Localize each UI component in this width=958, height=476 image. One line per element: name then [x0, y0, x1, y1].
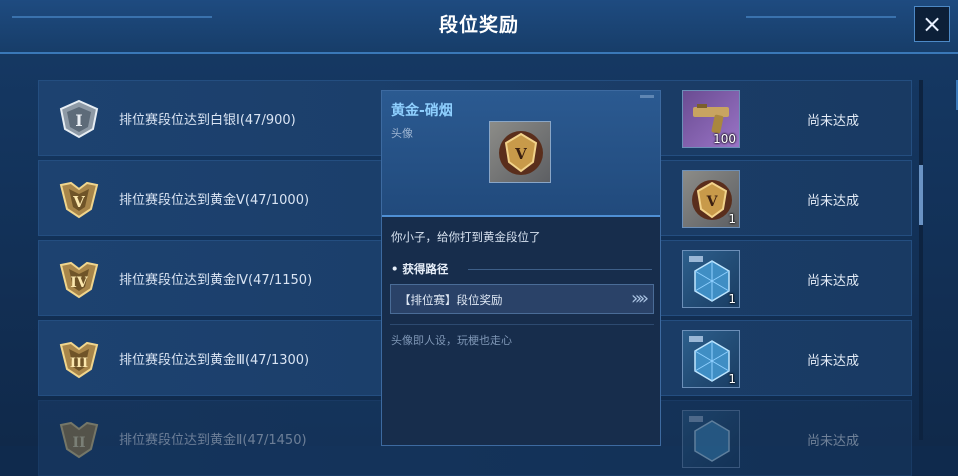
- reward-count: 100: [713, 132, 736, 146]
- status-text: 尚未达成: [807, 354, 860, 369]
- side-decoration: [944, 80, 958, 110]
- item-detail-panel: 黄金-硝烟 头像 V 你小子，给你打到黄金段位了 • 获得路径 【排位赛】段位奖…: [381, 90, 661, 446]
- item-description: 你小子，给你打到黄金段位了: [391, 230, 541, 244]
- task-text: 排位赛段位达到黄金Ⅲ(47/1300): [119, 353, 310, 368]
- source-link-button[interactable]: 【排位赛】段位奖励 »»: [390, 284, 654, 314]
- svg-text:II: II: [72, 435, 85, 451]
- reward-item[interactable]: [682, 410, 740, 468]
- task-text: 排位赛段位达到白银Ⅰ(47/900): [119, 113, 296, 128]
- header-bar: 段位奖励 ×: [0, 0, 958, 54]
- silver-rank-badge-icon: I: [59, 99, 99, 139]
- window-title: 段位奖励: [438, 14, 519, 36]
- source-section-title: • 获得路径: [391, 262, 449, 276]
- svg-text:V: V: [514, 145, 527, 163]
- item-name: 黄金-硝烟: [391, 103, 453, 119]
- section-divider: [468, 269, 652, 270]
- divider: [390, 324, 654, 325]
- gold-rank-badge-icon: V: [59, 181, 99, 219]
- reward-item[interactable]: V 1: [682, 170, 740, 228]
- scrollbar-track[interactable]: [919, 80, 923, 440]
- close-icon: ×: [921, 10, 943, 38]
- item-flavor-text: 头像即人设，玩梗也走心: [391, 334, 512, 347]
- gold-rank-badge-icon: II: [59, 421, 99, 459]
- gold-avatar-icon: V: [499, 131, 543, 175]
- task-text: 排位赛段位达到黄金Ⅳ(47/1150): [119, 273, 313, 288]
- gold-rank-badge-icon: IV: [59, 261, 99, 299]
- scrollbar-thumb[interactable]: [919, 165, 923, 225]
- gold-rank-badge-icon: III: [59, 341, 99, 379]
- svg-text:III: III: [70, 356, 88, 371]
- crystal-crate-icon: [689, 416, 730, 462]
- reward-item[interactable]: 100: [682, 90, 740, 148]
- svg-text:V: V: [706, 194, 719, 210]
- panel-corner-mark: [640, 95, 654, 98]
- status-text: 尚未达成: [807, 274, 860, 289]
- reward-count: 1: [728, 292, 736, 306]
- reward-item[interactable]: 1: [682, 250, 740, 308]
- svg-text:IV: IV: [70, 275, 89, 291]
- svg-text:I: I: [75, 111, 82, 130]
- task-text: 排位赛段位达到黄金Ⅴ(47/1000): [119, 193, 310, 208]
- status-text: 尚未达成: [807, 194, 860, 209]
- svg-text:V: V: [72, 193, 85, 211]
- reward-count: 1: [728, 372, 736, 386]
- item-detail-header: 黄金-硝烟 头像 V: [382, 91, 660, 217]
- task-text: 排位赛段位达到黄金Ⅱ(47/1450): [119, 433, 307, 448]
- rank-reward-window: 段位奖励 × I 排位赛段位达到白银Ⅰ(47/900) 100 尚未达成 V 排…: [0, 0, 958, 476]
- status-text: 尚未达成: [807, 114, 860, 129]
- reward-item[interactable]: 1: [682, 330, 740, 388]
- double-chevron-right-icon: »»: [630, 288, 649, 309]
- reward-count: 1: [728, 212, 736, 226]
- source-link-label: 【排位赛】段位奖励: [399, 293, 503, 307]
- item-type: 头像: [391, 127, 413, 140]
- close-button[interactable]: ×: [914, 6, 950, 42]
- status-text: 尚未达成: [807, 434, 860, 449]
- item-preview: V: [489, 121, 551, 183]
